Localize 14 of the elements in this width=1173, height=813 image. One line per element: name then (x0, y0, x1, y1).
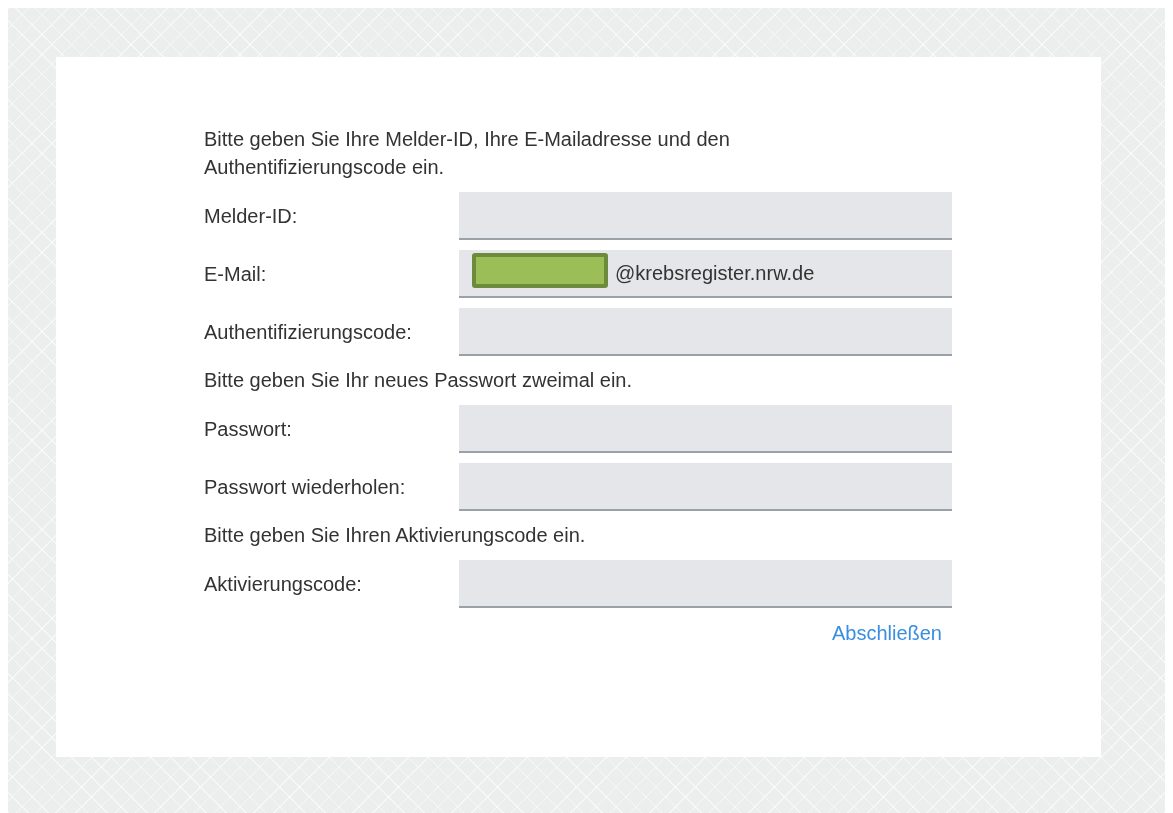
instruction-text: Bitte geben Sie Ihren Aktivierungscode ein. (204, 523, 587, 548)
input-field[interactable] (459, 192, 952, 240)
input-field[interactable] (459, 463, 952, 511)
instruction-text: Bitte geben Sie Ihr neues Passwort zweimal ein. (204, 368, 633, 393)
field-label: Authentifizierungscode: (204, 320, 413, 344)
field-label: E-Mail: (204, 262, 268, 286)
field-label: Passwort wiederholen: (204, 475, 407, 499)
input-field[interactable] (459, 308, 952, 356)
input-field[interactable] (459, 560, 952, 608)
field-label: Passwort: (204, 417, 293, 441)
field-label: Melder-ID: (204, 204, 299, 228)
instruction-text: Bitte geben Sie Ihre Melder-ID, Ihre E-Mailadresse und den Authentifizierungscode ein. (204, 127, 731, 180)
input-field[interactable] (459, 405, 952, 453)
field-label: Aktivierungscode: (204, 572, 363, 596)
